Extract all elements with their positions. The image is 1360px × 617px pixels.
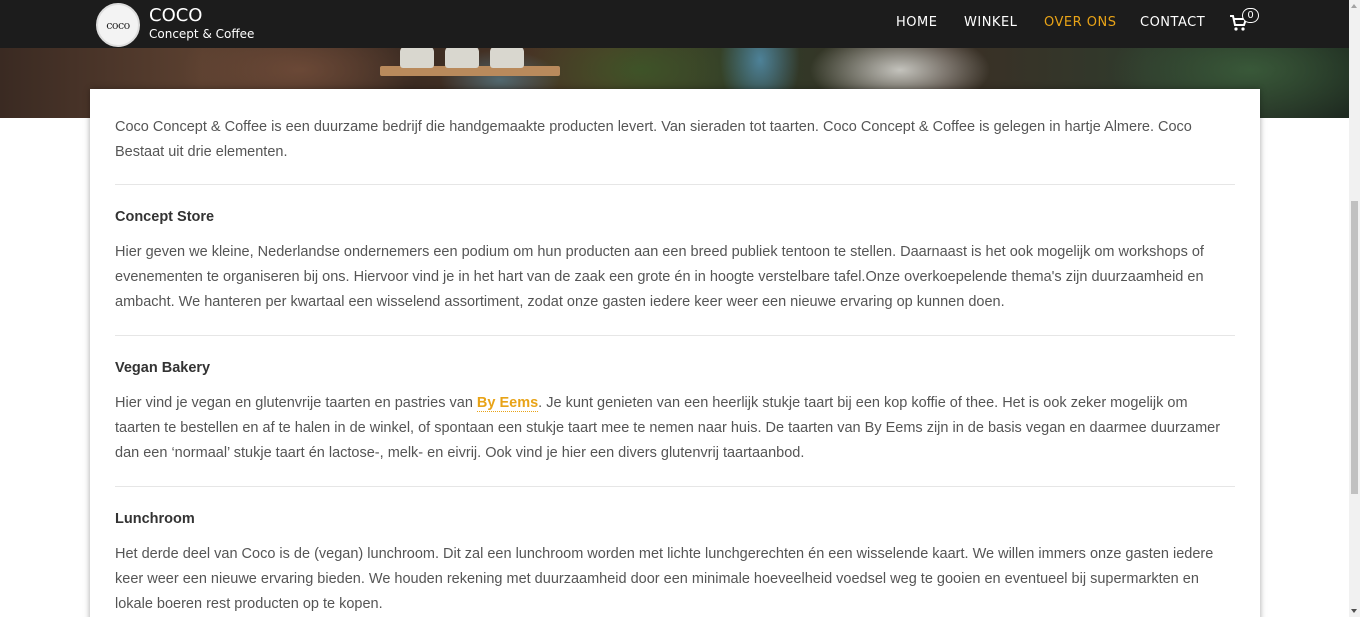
hero-pot [400, 46, 434, 68]
top-navbar: coco COCO Concept & Coffee HOME WINKEL O… [0, 0, 1349, 48]
section-text-lunchroom: Het derde deel van Coco is de (vegan) lu… [115, 546, 1214, 612]
section-divider [115, 184, 1235, 185]
section-title-concept-store: Concept Store [115, 209, 215, 225]
section-title-lunchroom: Lunchroom [115, 511, 195, 527]
scrollbar-thumb[interactable] [1351, 201, 1358, 494]
intro-paragraph: Coco Concept & Coffee is een duurzame be… [115, 119, 1192, 160]
about-content-card: Coco Concept & Coffee is een duurzame be… [90, 89, 1260, 617]
brand-name[interactable]: COCO [149, 5, 202, 26]
hero-pot [490, 46, 524, 68]
brand-tagline: Concept & Coffee [149, 27, 255, 41]
nav-contact[interactable]: CONTACT [1140, 15, 1205, 30]
scroll-up-arrow-icon[interactable] [1351, 4, 1357, 8]
vegan-bakery-text-start: Hier vind je vegan en glutenvrije taarte… [115, 395, 477, 411]
cart-count-badge: 0 [1242, 8, 1259, 23]
section-title-vegan-bakery: Vegan Bakery [115, 360, 211, 376]
hero-pot [445, 46, 479, 68]
section-text-concept-store: Hier geven we kleine, Nederlandse ondern… [115, 244, 1204, 310]
by-eems-link[interactable]: By Eems [476, 395, 539, 412]
section-divider [115, 486, 1235, 487]
section-text-vegan-bakery: Hier vind je vegan en glutenvrije taarte… [115, 391, 1235, 466]
logo[interactable]: coco [96, 3, 140, 47]
nav-over-ons[interactable]: OVER ONS [1044, 15, 1117, 30]
nav-home[interactable]: HOME [896, 15, 937, 30]
nav-winkel[interactable]: WINKEL [964, 15, 1017, 30]
page-scrollbar[interactable] [1349, 0, 1360, 617]
scroll-down-arrow-icon[interactable] [1351, 609, 1357, 613]
section-divider [115, 335, 1235, 336]
